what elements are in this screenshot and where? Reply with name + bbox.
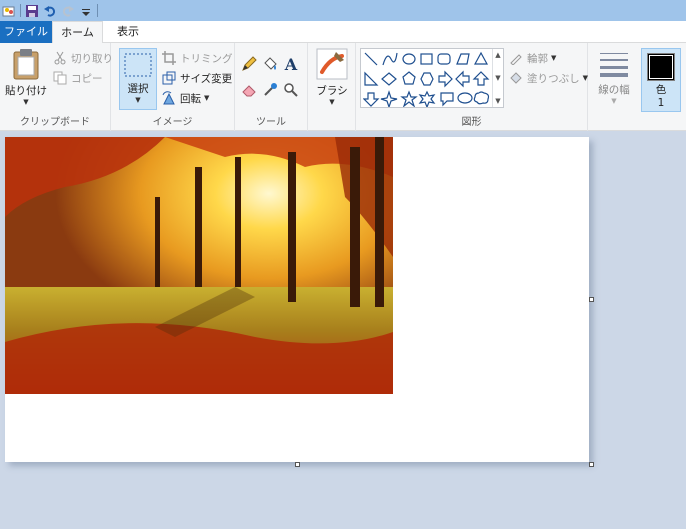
workspace[interactable] [0,132,686,529]
fill-icon [508,70,524,86]
crop-label: トリミング [180,52,233,65]
size-group: 線の幅 ▼ [590,43,637,131]
quick-access-toolbar [0,0,686,21]
rotate-icon [161,90,177,106]
scroll-down-icon[interactable]: ▼ [495,74,500,82]
qat-separator [20,4,21,17]
outline-label: 輪郭 [527,52,548,65]
chevron-down-icon: ▼ [582,74,588,82]
resize-handle-right[interactable] [589,297,594,302]
rotate-button[interactable]: 回転 ▼ [161,90,209,106]
pencil-icon[interactable] [241,56,257,72]
chevron-down-icon: ▼ [551,54,557,62]
brushes-label: ブラシ [316,85,348,97]
clipboard-group: 貼り付け ▼ 切り取り コピー クリップボード [0,43,113,131]
select-icon [124,53,152,77]
rotate-label: 回転 [180,92,201,105]
brushes-group: ブラシ ▼ [308,43,356,131]
text-tool-icon[interactable]: A [283,55,299,74]
copy-icon [52,70,68,86]
clipboard-group-label: クリップボード [20,117,90,128]
color1-swatch [647,53,675,81]
eraser-icon[interactable] [241,82,257,98]
tab-file[interactable]: ファイル [0,21,52,43]
color1-number: 1 [657,97,665,109]
image-group-label: イメージ [152,117,193,128]
outline-icon [508,50,524,66]
autumn-forest-photo[interactable] [5,137,393,394]
resize-label: サイズ変更 [180,72,233,85]
size-label: 線の幅 [598,84,630,96]
save-icon[interactable] [25,4,39,18]
crop-button[interactable]: トリミング [161,50,233,66]
scroll-up-icon[interactable]: ▲ [495,51,500,59]
tab-view[interactable]: 表示 [103,21,153,43]
paste-label: 貼り付け [5,85,47,97]
chevron-down-icon: ▼ [329,98,335,106]
app-icon[interactable] [2,4,16,18]
undo-icon[interactable] [43,4,57,18]
chevron-down-icon: ▼ [204,94,210,102]
line-width-icon [600,53,628,77]
cut-label: 切り取り [71,52,113,65]
tools-group-label: ツール [256,117,286,128]
magnifier-icon[interactable] [283,82,299,98]
shapes-group: ▲ ▼ ▼ 輪郭 ▼ 塗りつぶし ▼ 図形 [356,43,588,131]
scissors-icon [52,50,68,66]
resize-button[interactable]: サイズ変更 [161,70,232,86]
gallery-expand-icon[interactable]: ▼ [495,97,500,105]
chevron-down-icon: ▼ [23,98,29,106]
redo-icon[interactable] [61,4,75,18]
paste-button[interactable]: 貼り付け ▼ [5,48,47,106]
cut-button[interactable]: 切り取り [52,50,113,66]
chevron-down-icon: ▼ [135,96,141,104]
outline-button[interactable]: 輪郭 ▼ [508,50,556,66]
tab-home[interactable]: ホーム [52,21,103,44]
fill-button[interactable]: 塗りつぶし ▼ [508,70,588,86]
shapes-group-label: 図形 [461,117,482,128]
color-picker-icon[interactable] [262,82,278,98]
ribbon-tabs: ファイル ホーム 表示 [0,21,686,44]
brush-icon [316,48,348,80]
resize-icon [161,70,177,86]
copy-label: コピー [71,72,103,85]
fill-bucket-icon[interactable] [262,56,278,72]
shapes-gallery-scroll[interactable]: ▲ ▼ ▼ [492,49,503,107]
qat-separator [97,4,98,17]
fill-label: 塗りつぶし [527,72,580,85]
select-button[interactable]: 選択 ▼ [119,48,157,110]
tools-group: A ツール [235,43,308,131]
resize-handle-bottom[interactable] [295,462,300,467]
shapes-gallery-icons [363,51,490,107]
resize-handle-corner[interactable] [589,462,594,467]
color1-button[interactable]: 色 1 [641,48,681,112]
paste-icon [13,49,39,80]
customize-dropdown-icon[interactable] [79,4,93,18]
brushes-button[interactable]: ブラシ ▼ [313,48,351,106]
ribbon: 貼り付け ▼ 切り取り コピー クリップボード 選択 ▼ トリミング サイズ変更… [0,43,686,131]
chevron-down-icon: ▼ [611,97,617,105]
color1-label: 色 1 [656,84,667,110]
select-label: 選択 [127,83,149,95]
crop-icon [161,50,177,66]
copy-button[interactable]: コピー [52,70,103,86]
color1-text: 色 [655,84,667,96]
shapes-gallery[interactable]: ▲ ▼ ▼ [360,48,504,108]
size-button[interactable]: 線の幅 ▼ [594,51,634,105]
drawing-canvas[interactable] [5,137,589,462]
image-group: 選択 ▼ トリミング サイズ変更 回転 ▼ イメージ [111,43,235,131]
